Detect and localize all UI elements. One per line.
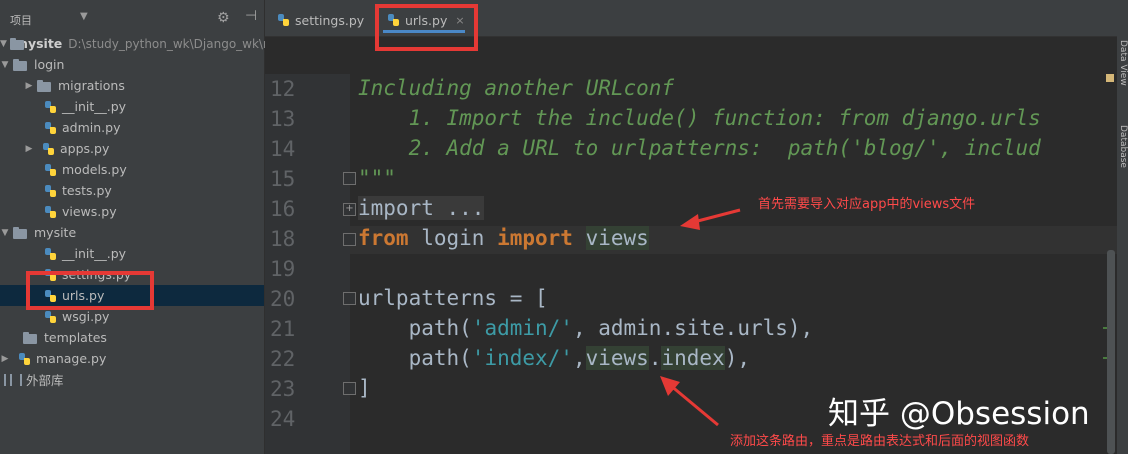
arrow-head-import <box>680 214 700 230</box>
watermark: 知乎 @Obsession <box>828 396 1090 432</box>
arrow-head-route <box>660 376 680 396</box>
arrow-line-route <box>669 383 719 427</box>
annotation-arrows <box>660 208 741 427</box>
annotation-import-note: 首先需要导入对应app中的views文件 <box>758 197 976 212</box>
